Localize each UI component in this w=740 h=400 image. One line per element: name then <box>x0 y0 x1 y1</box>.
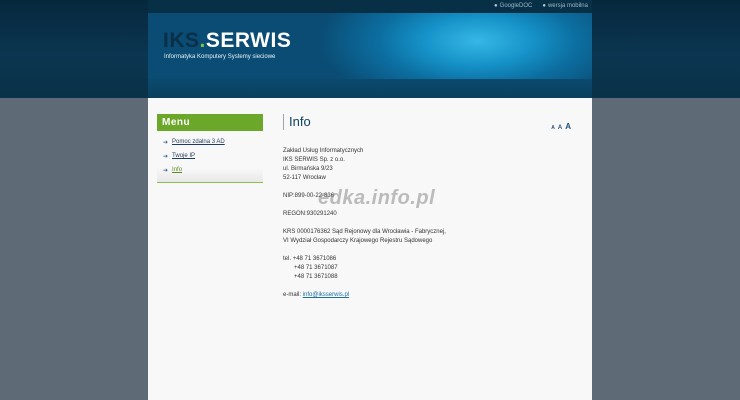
top-link-label: wersja mobilna <box>547 3 588 9</box>
logo-part-iks: IKS <box>163 29 200 52</box>
top-link-mobile-version[interactable]: ● wersja mobilna <box>542 3 588 9</box>
menu-list: ➔ Pomoc zdalna 3 AD ➔ Twoje IP ➔ Info <box>157 135 263 183</box>
menu-item-label: Info <box>172 167 183 173</box>
krs-line: VI Wydział Gospodarczy Krajowego Rejestr… <box>283 238 433 244</box>
content-area: Menu ➔ Pomoc zdalna 3 AD ➔ Twoje IP ➔ In… <box>148 98 592 400</box>
arrow-right-icon: ➔ <box>163 153 169 160</box>
email-label: e-mail: <box>283 292 302 298</box>
watermark-text: edka.info.pl <box>318 187 436 209</box>
font-size-large-button[interactable]: A <box>565 122 571 131</box>
sidebar-menu: Menu ➔ Pomoc zdalna 3 AD ➔ Twoje IP ➔ In… <box>157 114 263 183</box>
email-line: e-mail: info@iksserwis.pl <box>283 291 583 300</box>
regon-line: REGON:930291240 <box>283 211 337 217</box>
font-size-controls: A A A <box>551 122 571 131</box>
menu-item-info[interactable]: ➔ Info <box>157 163 263 177</box>
menu-item-label: Pomoc zdalna 3 AD <box>172 139 225 145</box>
address-line: 52-117 Wrocław <box>283 175 326 181</box>
krs-line: KRS 0000176362 Sąd Rejonowy dla Wrocławi… <box>283 229 446 235</box>
font-size-medium-button[interactable]: A <box>558 125 562 131</box>
header-banner: IKS.SERWIS Informatyka Komputery Systemy… <box>148 13 592 79</box>
logo-part-serwis: SERWIS <box>205 29 292 52</box>
bullet-icon: ● <box>494 3 498 9</box>
font-size-small-button[interactable]: A <box>551 125 555 131</box>
phone-line: tel. +48 71 3671086 <box>283 255 583 264</box>
site-logo[interactable]: IKS.SERWIS <box>163 29 291 53</box>
top-links: ● GoogleDOC ● wersja mobilna <box>494 3 588 9</box>
address-line: IKS SERWIS Sp. z o.o. <box>283 157 345 163</box>
top-link-googledoc[interactable]: ● GoogleDOC <box>494 3 532 9</box>
top-link-label: GoogleDOC <box>499 3 533 9</box>
phone-number: +48 71 3671087 <box>294 265 338 271</box>
phone-number: +48 71 3671086 <box>292 256 337 262</box>
address-line: Zakład Usług Informatycznych <box>283 148 364 154</box>
bullet-icon: ● <box>542 3 546 9</box>
company-info: Zakład Usług Informatycznych IKS SERWIS … <box>283 147 583 300</box>
arrow-right-icon: ➔ <box>163 167 169 174</box>
header-bottom-bar <box>148 79 592 98</box>
top-bar: ● GoogleDOC ● wersja mobilna <box>148 0 592 13</box>
menu-item-pomoc-zdalna[interactable]: ➔ Pomoc zdalna 3 AD <box>157 135 263 149</box>
page-title: Info <box>283 114 583 130</box>
address-line: ul. Birmańska 9/23 <box>283 166 333 172</box>
phone-number: +48 71 3671088 <box>294 274 338 280</box>
phone-label: tel. <box>283 256 292 262</box>
site-tagline: Informatyka Komputery Systemy sieciowe <box>164 54 276 60</box>
menu-title: Menu <box>157 114 263 131</box>
menu-item-twoje-ip[interactable]: ➔ Twoje IP <box>157 149 263 163</box>
arrow-right-icon: ➔ <box>163 139 169 146</box>
menu-item-label: Twoje IP <box>172 153 196 159</box>
email-link[interactable]: info@iksserwis.pl <box>303 292 349 298</box>
